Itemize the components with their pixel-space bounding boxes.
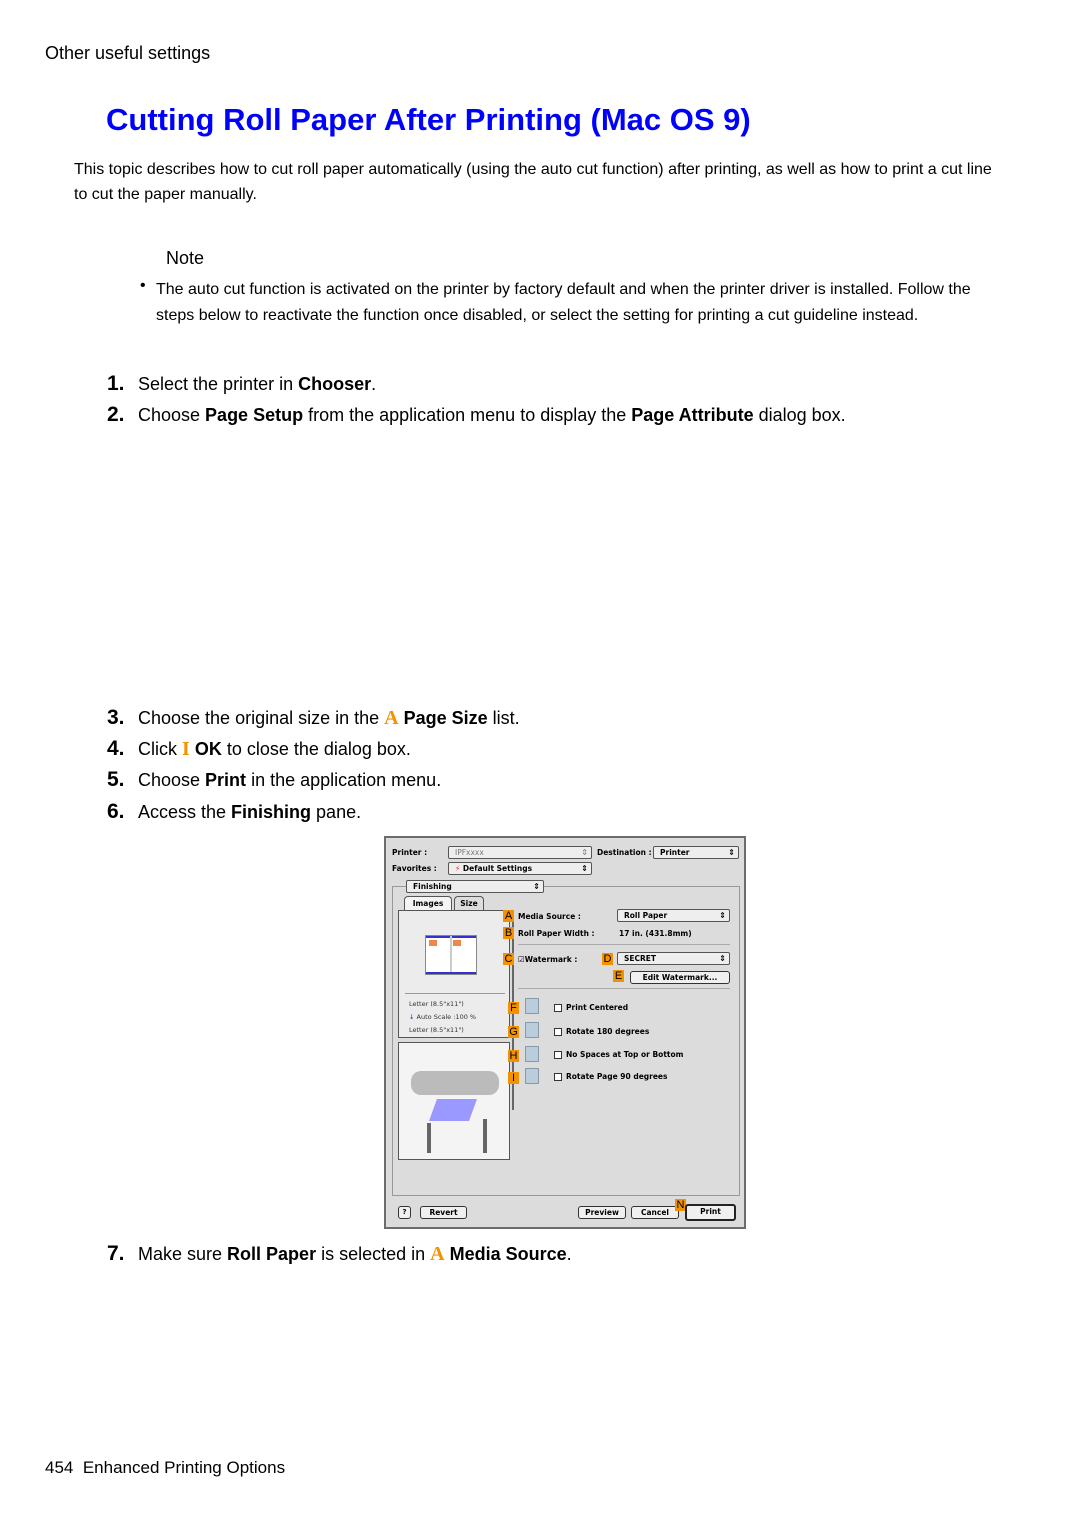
step-3: 3. Choose the original size in the A Page… bbox=[107, 706, 520, 729]
marker-a: A bbox=[430, 1243, 445, 1265]
no-spaces-icon bbox=[525, 1046, 539, 1062]
favorite-icon: ⚡ bbox=[455, 864, 461, 873]
badge-b: B bbox=[503, 927, 514, 939]
badge-e: E bbox=[613, 970, 624, 982]
step-6: 6. Access the Finishing pane. bbox=[107, 800, 362, 823]
badge-f: F bbox=[508, 1002, 519, 1014]
updown-icon: ⇕ bbox=[719, 954, 726, 963]
badge-c: C bbox=[503, 953, 514, 965]
badge-g: G bbox=[508, 1026, 519, 1038]
tab-images[interactable]: Images bbox=[404, 896, 452, 910]
media-source-select[interactable]: Roll Paper ⇕ bbox=[617, 909, 730, 922]
page-footer: 454 Enhanced Printing Options bbox=[45, 1458, 285, 1478]
print-centered-checkbox[interactable] bbox=[554, 1004, 562, 1012]
updown-icon: ⇕ bbox=[581, 848, 588, 857]
media-source-label: Media Source : bbox=[518, 912, 581, 921]
favorites-label: Favorites : bbox=[392, 864, 437, 873]
printer-label: Printer : bbox=[392, 848, 428, 857]
step-1: 1. Select the printer in Chooser. bbox=[107, 372, 377, 395]
arrow-down-icon: ↓ bbox=[409, 1013, 415, 1021]
pane-select[interactable]: Finishing ⇕ bbox=[406, 880, 544, 893]
badge-i: I bbox=[508, 1072, 519, 1084]
rotate-90-checkbox[interactable] bbox=[554, 1073, 562, 1081]
roll-width-label: Roll Paper Width : bbox=[518, 929, 595, 938]
roll-width-value: 17 in. (431.8mm) bbox=[619, 929, 692, 938]
printer-illustration bbox=[398, 1042, 510, 1160]
step-4: 4. Click I OK to close the dialog box. bbox=[107, 737, 411, 760]
step-2: 2. Choose Page Setup from the application… bbox=[107, 403, 846, 426]
favorites-select[interactable]: ⚡ Default Settings ⇕ bbox=[448, 862, 592, 875]
rotate-180-checkbox[interactable] bbox=[554, 1028, 562, 1036]
section-header: Other useful settings bbox=[45, 43, 211, 63]
note-text: The auto cut function is activated on th… bbox=[156, 281, 971, 324]
intro-paragraph: This topic describes how to cut roll pap… bbox=[74, 161, 992, 203]
print-button[interactable]: Print bbox=[685, 1204, 736, 1221]
note-bullet: • bbox=[140, 277, 146, 294]
rotate-90-icon bbox=[525, 1068, 539, 1084]
printer-select[interactable]: IPFxxxx ⇕ bbox=[448, 846, 592, 859]
layout-preview-panel: Letter (8.5"x11") ↓ Auto Scale :100 % Le… bbox=[398, 910, 510, 1038]
badge-d: D bbox=[602, 953, 613, 965]
watermark-select[interactable]: SECRET ⇕ bbox=[617, 952, 730, 965]
revert-button[interactable]: Revert bbox=[420, 1206, 467, 1219]
no-spaces-checkbox[interactable] bbox=[554, 1051, 562, 1059]
tab-size[interactable]: Size bbox=[454, 896, 484, 910]
preview-button[interactable]: Preview bbox=[578, 1206, 626, 1219]
rotate-180-icon bbox=[525, 1022, 539, 1038]
note-label: Note bbox=[166, 248, 205, 268]
badge-a: A bbox=[503, 910, 514, 922]
marker-i: I bbox=[182, 738, 190, 760]
marker-a: A bbox=[384, 707, 399, 729]
print-dialog: Printer : IPFxxxx ⇕ Destination : Printer… bbox=[384, 836, 746, 1229]
badge-h: H bbox=[508, 1050, 519, 1062]
updown-icon: ⇕ bbox=[533, 882, 540, 891]
step-5: 5. Choose Print in the application menu. bbox=[107, 768, 442, 791]
page-title: Cutting Roll Paper After Printing (Mac O… bbox=[106, 102, 751, 137]
page-preview-thumbnail bbox=[425, 935, 477, 975]
watermark-checkbox[interactable]: ☑Watermark : bbox=[518, 955, 577, 964]
print-centered-icon bbox=[525, 998, 539, 1014]
edit-watermark-button[interactable]: Edit Watermark... bbox=[630, 971, 730, 984]
updown-icon: ⇕ bbox=[719, 911, 726, 920]
page-number: 454 bbox=[45, 1458, 74, 1477]
step-7: 7. Make sure Roll Paper is selected in A … bbox=[107, 1242, 572, 1265]
updown-icon: ⇕ bbox=[728, 848, 735, 857]
help-button[interactable]: ? bbox=[398, 1206, 411, 1219]
destination-select[interactable]: Printer ⇕ bbox=[653, 846, 739, 859]
updown-icon: ⇕ bbox=[581, 864, 588, 873]
footer-title: Enhanced Printing Options bbox=[82, 1458, 286, 1477]
cancel-button[interactable]: Cancel bbox=[631, 1206, 679, 1219]
destination-label: Destination : bbox=[597, 848, 652, 857]
